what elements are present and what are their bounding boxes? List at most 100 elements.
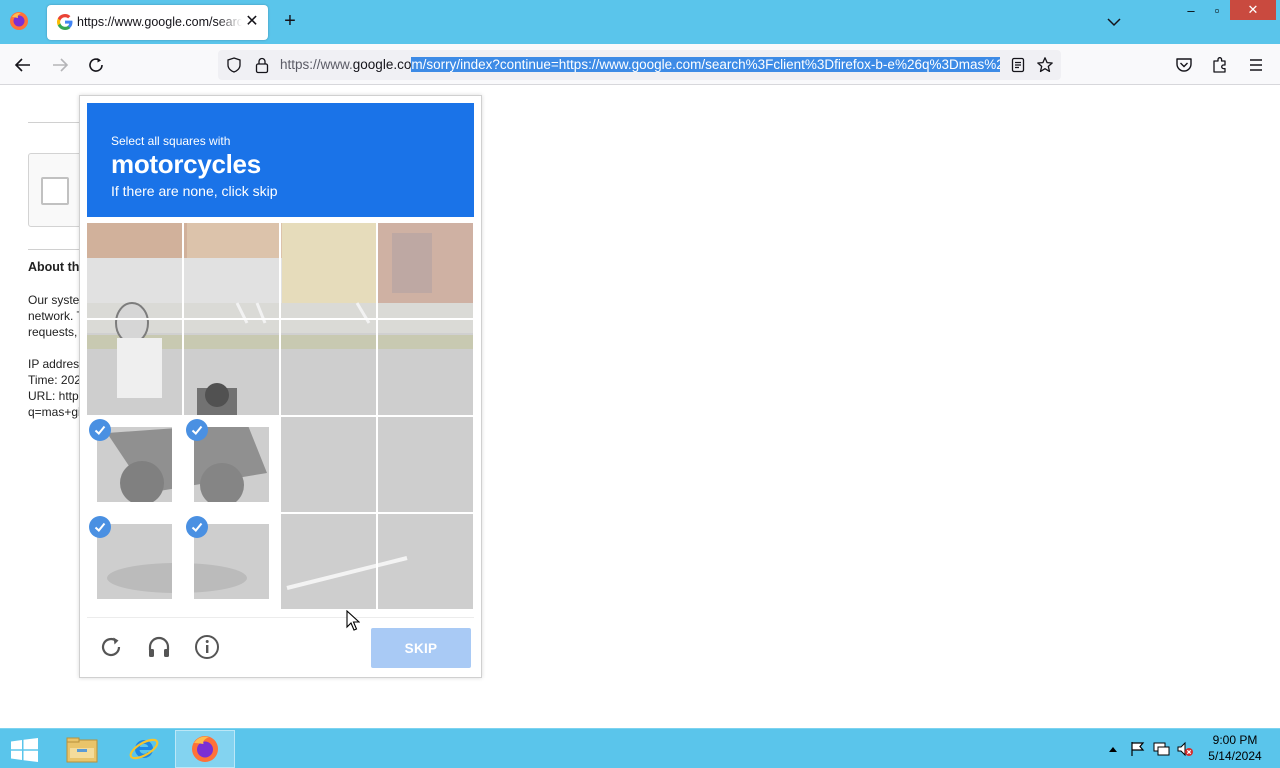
tile-image (378, 320, 473, 415)
tile-image (281, 514, 376, 609)
captcha-tile[interactable] (281, 417, 376, 512)
recaptcha-checkbox[interactable] (41, 177, 69, 205)
window-restore-button[interactable]: ▫ (1204, 0, 1230, 20)
captcha-tile[interactable] (87, 320, 182, 415)
window-minimize-button[interactable]: – (1178, 0, 1204, 20)
tile-image (194, 427, 269, 502)
tracking-protection-shield-icon[interactable] (226, 57, 242, 73)
clock-date: 5/14/2024 (1208, 749, 1262, 763)
url-domain: google.co (352, 57, 412, 72)
forward-arrow-icon (53, 58, 69, 72)
action-center-flag-icon[interactable] (1129, 741, 1147, 757)
about-line: Our systems have detected unusual traffi… (28, 293, 80, 307)
firefox-icon (192, 736, 218, 762)
back-button[interactable] (12, 54, 34, 76)
tile-image (194, 524, 269, 599)
captcha-tile[interactable] (184, 417, 279, 512)
challenge-footer: SKIP (87, 617, 474, 677)
captcha-tile[interactable] (281, 320, 376, 415)
tile-image (87, 223, 182, 318)
captcha-tile[interactable] (184, 223, 279, 318)
info-line: q=mas+gis (28, 405, 80, 419)
forward-button[interactable] (49, 54, 71, 76)
taskbar-internet-explorer[interactable] (114, 730, 174, 768)
tile-selected-check-icon (186, 419, 208, 441)
extensions-puzzle-icon[interactable] (1210, 55, 1230, 75)
about-line: requests, and not a robot. (28, 325, 80, 339)
captcha-tile[interactable] (87, 514, 182, 609)
captcha-tile[interactable] (378, 223, 473, 318)
tile-selected-check-icon (89, 419, 111, 441)
tab-list-chevron-icon[interactable] (1105, 14, 1123, 30)
url-text[interactable]: https://www.google.com/sorry/index?conti… (280, 57, 1000, 72)
captcha-tile[interactable] (281, 514, 376, 609)
hamburger-menu-icon[interactable] (1246, 55, 1266, 75)
firefox-logo-icon[interactable] (9, 11, 29, 31)
new-tab-button[interactable]: + (280, 11, 300, 32)
reload-challenge-icon[interactable] (97, 633, 125, 661)
file-explorer-icon (66, 737, 98, 763)
about-paragraph: Our systems have detected unusual traffi… (28, 292, 80, 420)
about-heading: About this page (28, 260, 80, 274)
instruction-text: Select all squares with (111, 134, 231, 148)
tab-title: https://www.google.com/search?client=fir… (77, 15, 242, 29)
tab-bar: https://www.google.com/search?client=fir… (0, 0, 1280, 44)
window-close-button[interactable]: ✕ (1230, 0, 1276, 20)
image-grid (87, 223, 474, 610)
captcha-challenge-dialog: Select all squares with motorcycles If t… (79, 95, 482, 678)
tile-image (184, 223, 279, 318)
tile-image (378, 417, 473, 512)
captcha-tile[interactable] (184, 514, 279, 609)
instruction-target: motorcycles (111, 149, 261, 179)
info-line: IP address: (28, 357, 80, 371)
info-line: URL: https://www.google.com/search?clien… (28, 389, 80, 403)
skip-button[interactable]: SKIP (371, 628, 471, 668)
tile-selected-check-icon (89, 516, 111, 538)
pocket-icon[interactable] (1174, 55, 1194, 75)
url-bar[interactable]: https://www.google.com/sorry/index?conti… (218, 50, 1061, 80)
tile-image (378, 223, 473, 318)
reload-icon (89, 58, 103, 72)
captcha-tile[interactable] (378, 514, 473, 609)
lock-icon[interactable] (254, 56, 270, 74)
browser-tab[interactable]: https://www.google.com/search?client=fir… (47, 5, 268, 40)
instruction-hint: If there are none, click skip (111, 183, 278, 199)
captcha-tile[interactable] (87, 417, 182, 512)
bookmark-star-icon[interactable] (1036, 56, 1054, 74)
tile-image (184, 320, 279, 415)
reader-view-icon[interactable] (1010, 57, 1026, 73)
internet-explorer-icon (129, 738, 159, 760)
captcha-tile[interactable] (184, 320, 279, 415)
taskbar-firefox[interactable] (175, 730, 235, 768)
windows-start-icon[interactable] (10, 738, 39, 762)
tile-image (87, 320, 182, 415)
captcha-tile[interactable] (378, 417, 473, 512)
tile-image (97, 427, 172, 502)
tab-close-icon[interactable]: ✕ (244, 14, 260, 30)
back-arrow-icon (14, 58, 30, 72)
challenge-header: Select all squares with motorcycles If t… (87, 103, 474, 217)
mouse-cursor-icon (346, 610, 360, 631)
tile-selected-check-icon (186, 516, 208, 538)
taskbar-file-explorer[interactable] (52, 730, 112, 768)
captcha-tile[interactable] (281, 223, 376, 318)
reload-button[interactable] (85, 54, 107, 76)
info-icon[interactable] (193, 633, 221, 661)
info-line: Time: 2024-05-14T21:00:00Z (28, 373, 80, 387)
volume-muted-icon[interactable] (1176, 741, 1194, 757)
system-clock[interactable]: 9:00 PM 5/14/2024 (1200, 732, 1270, 764)
tile-image (281, 417, 376, 512)
url-prefix: https://www. (280, 57, 353, 72)
taskbar: 9:00 PM 5/14/2024 (0, 728, 1280, 768)
tile-image (97, 524, 172, 599)
network-icon[interactable] (1152, 741, 1170, 757)
google-favicon-icon (57, 14, 73, 30)
tile-image (281, 223, 376, 318)
captcha-tile[interactable] (378, 320, 473, 415)
navigation-bar: https://www.google.com/sorry/index?conti… (0, 44, 1280, 85)
show-hidden-icons-chevron-icon[interactable] (1108, 741, 1118, 757)
captcha-tile[interactable] (87, 223, 182, 318)
url-selected-text: m/sorry/index?continue=https://www.googl… (411, 57, 1000, 72)
tile-image (281, 320, 376, 415)
audio-challenge-icon[interactable] (145, 633, 173, 661)
